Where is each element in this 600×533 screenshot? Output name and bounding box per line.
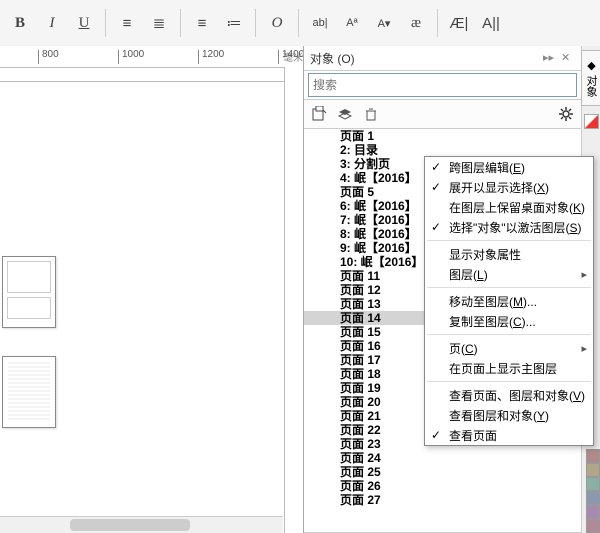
menu-separator xyxy=(427,240,591,241)
menu-item[interactable]: 图层(L) xyxy=(425,264,593,284)
script-o-button[interactable]: O xyxy=(263,9,291,37)
menu-separator xyxy=(427,381,591,382)
separator xyxy=(105,9,106,37)
ligature-button[interactable]: æ xyxy=(402,9,430,37)
bold-button[interactable]: B xyxy=(6,9,34,37)
separator xyxy=(255,9,256,37)
page-list-item[interactable]: 页面 1 xyxy=(304,129,581,143)
char-spacing-button[interactable]: Æ| xyxy=(445,9,473,37)
menu-item[interactable]: 查看页面 xyxy=(425,425,593,445)
separator xyxy=(298,9,299,37)
docker-title-bar: 对象 (O) ▸▸ ✕ xyxy=(304,46,581,71)
document-canvas[interactable]: 毫米 800100012001400 xyxy=(0,46,303,533)
separator xyxy=(437,9,438,37)
app-window: B I U ≡ ≣ ≡ ≔ O ab| Aª A▾ æ Æ| A|| 毫米 80… xyxy=(0,0,600,533)
page-thumbnail[interactable] xyxy=(2,356,56,428)
align-button[interactable]: ≡ xyxy=(113,9,141,37)
search-row xyxy=(304,71,581,100)
ruler-tick xyxy=(278,50,279,64)
color-swatch[interactable] xyxy=(586,519,600,533)
ruler-tick xyxy=(198,50,199,64)
bullet-list-button[interactable]: ≡ xyxy=(188,9,216,37)
color-swatch[interactable] xyxy=(586,477,600,491)
page-list-item[interactable]: 页面 25 xyxy=(304,465,581,479)
docker-title: 对象 (O) xyxy=(310,50,355,67)
number-list-button[interactable]: ≔ xyxy=(220,9,248,37)
page-thumbnail[interactable] xyxy=(2,256,56,328)
menu-separator xyxy=(427,287,591,288)
menu-item[interactable]: 显示对象属性 xyxy=(425,244,593,264)
menu-item[interactable]: 页(C) xyxy=(425,338,593,358)
italic-button[interactable]: I xyxy=(38,9,66,37)
docker-collapse-icon[interactable]: ▸▸ xyxy=(543,51,557,65)
delete-icon[interactable] xyxy=(362,105,380,123)
menu-item[interactable]: 移动至图层(M)... xyxy=(425,291,593,311)
ruler-tick-label: 1000 xyxy=(122,49,144,60)
ruler-tick xyxy=(38,50,39,64)
menu-item[interactable]: 查看页面、图层和对象(V) xyxy=(425,385,593,405)
objects-tab[interactable]: ◆ 对象 xyxy=(581,50,600,106)
color-swatch-tab[interactable] xyxy=(584,114,599,129)
color-palette xyxy=(586,449,600,533)
text-options-button[interactable]: A▾ xyxy=(370,9,398,37)
search-input[interactable] xyxy=(308,73,577,97)
menu-item[interactable]: 展开以显示选择(X) xyxy=(425,177,593,197)
scrollbar-thumb[interactable] xyxy=(70,519,190,531)
menu-item[interactable]: 在图层上保留桌面对象(K) xyxy=(425,197,593,217)
menu-item[interactable]: 选择"对象"以激活图层(S) xyxy=(425,217,593,237)
separator xyxy=(180,9,181,37)
options-context-menu: 跨图层编辑(E)展开以显示选择(X)在图层上保留桌面对象(K)选择"对象"以激活… xyxy=(424,156,594,446)
menu-item[interactable]: 查看图层和对象(Y) xyxy=(425,405,593,425)
color-swatch[interactable] xyxy=(586,505,600,519)
ruler-tick xyxy=(118,50,119,64)
color-swatch[interactable] xyxy=(586,463,600,477)
color-swatch[interactable] xyxy=(586,491,600,505)
horizontal-scrollbar[interactable] xyxy=(0,516,283,533)
menu-separator xyxy=(427,334,591,335)
indent-button[interactable]: ≣ xyxy=(145,9,173,37)
menu-item[interactable]: 复制至图层(C)... xyxy=(425,311,593,331)
color-swatch[interactable] xyxy=(586,449,600,463)
page-thumbnails xyxy=(2,256,57,456)
new-page-icon[interactable] xyxy=(310,105,328,123)
horizontal-ruler: 毫米 800100012001400 xyxy=(0,46,303,68)
ruler-subline xyxy=(0,67,302,82)
gear-icon[interactable] xyxy=(557,105,575,123)
page-list-item[interactable]: 页面 26 xyxy=(304,479,581,493)
dropcap-button[interactable]: Aª xyxy=(338,9,366,37)
docker-toolbar xyxy=(304,100,581,129)
docker-close-icon[interactable]: ✕ xyxy=(561,51,575,65)
ruler-tick-label: 1200 xyxy=(202,49,224,60)
ruler-tick-label: 1400 xyxy=(282,49,303,60)
page-list-item[interactable]: 2: 目录 xyxy=(304,143,581,157)
text-format-toolbar: B I U ≡ ≣ ≡ ≔ O ab| Aª A▾ æ Æ| A|| xyxy=(0,0,600,47)
page-list-item[interactable]: 页面 27 xyxy=(304,493,581,507)
menu-item[interactable]: 跨图层编辑(E) xyxy=(425,157,593,177)
page-list-item[interactable]: 页面 24 xyxy=(304,451,581,465)
ruler-tick-label: 800 xyxy=(42,49,59,60)
menu-item[interactable]: 在页面上显示主图层 xyxy=(425,358,593,378)
para-spacing-button[interactable]: A|| xyxy=(477,9,505,37)
abc-button[interactable]: ab| xyxy=(306,9,334,37)
layers-icon[interactable] xyxy=(336,105,354,123)
underline-button[interactable]: U xyxy=(70,9,98,37)
vertical-ruler xyxy=(284,67,303,533)
